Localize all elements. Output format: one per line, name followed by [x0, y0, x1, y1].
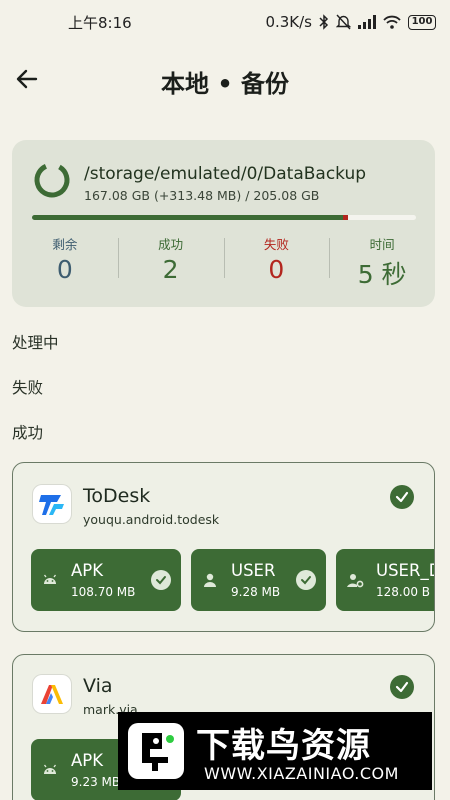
chip-label: USER — [231, 561, 276, 580]
section-failed[interactable]: 失败 — [12, 376, 43, 398]
stat-failed: 失败 0 — [223, 228, 330, 288]
stat-time: 时间 5 秒 — [329, 228, 435, 289]
storage-size-info: 167.08 GB (+313.48 MB) / 205.08 GB — [84, 188, 320, 203]
watermark-title: 下载鸟资源 — [196, 726, 371, 766]
stat-remaining: 剩余 0 — [12, 228, 118, 288]
storage-progress-marker — [343, 215, 349, 220]
bluetooth-icon — [319, 14, 329, 30]
backup-path: /storage/emulated/0/DataBackup — [84, 164, 367, 184]
check-circle-icon — [151, 570, 171, 590]
check-circle-icon — [390, 675, 414, 699]
check-circle-icon — [390, 485, 414, 509]
watermark-banner: 下载鸟资源 WWW.XIAZAINIAO.COM — [118, 712, 432, 790]
chip-size: 128.00 B — [376, 585, 431, 599]
app-card-todesk[interactable]: ToDesk youqu.android.todesk APK 108.70 M… — [12, 462, 435, 632]
chip-apk[interactable]: APK 108.70 MB — [31, 549, 181, 611]
app-name: Via — [83, 675, 113, 697]
chip-user[interactable]: USER 9.28 MB — [191, 549, 326, 611]
person-settings-icon — [347, 574, 364, 588]
check-circle-icon — [296, 570, 316, 590]
status-bar: 上午8:16 0.3K/s 100 — [0, 0, 450, 44]
stat-value: 2 — [162, 255, 179, 284]
progress-ring-icon — [34, 162, 70, 198]
signal-icon — [358, 15, 376, 29]
wifi-icon — [383, 15, 401, 29]
storage-progress-bar — [32, 215, 416, 220]
bird-logo-icon — [128, 723, 184, 779]
stat-value: 0 — [56, 255, 73, 284]
app-package: youqu.android.todesk — [83, 512, 220, 527]
via-app-icon — [33, 675, 71, 713]
network-speed: 0.3K/s — [265, 13, 312, 31]
chip-label: USER_DE — [376, 561, 434, 580]
page-title: 本地 • 备份 — [160, 70, 290, 98]
stat-value: 5 秒 — [357, 260, 407, 289]
battery-icon: 100 — [408, 14, 436, 30]
app-name: ToDesk — [83, 485, 151, 507]
backup-stats: 剩余 0 成功 2 失败 0 时间 5 秒 — [12, 228, 435, 289]
stat-label: 剩余 — [52, 237, 78, 252]
android-icon — [43, 574, 57, 584]
chip-label: APK — [71, 751, 104, 770]
section-success[interactable]: 成功 — [12, 421, 43, 443]
person-icon — [204, 573, 216, 587]
backup-item-chips: APK 108.70 MB USER 9.28 MB USER_DE 128.0… — [31, 549, 434, 613]
app-bar: 本地 • 备份 — [0, 52, 450, 106]
storage-progress-fill — [32, 215, 344, 220]
chip-size: 9.23 MB — [71, 775, 121, 789]
todesk-app-icon — [33, 485, 71, 523]
chip-user-de[interactable]: USER_DE 128.00 B — [336, 549, 434, 611]
watermark-url: WWW.XIAZAINIAO.COM — [204, 764, 399, 783]
backup-summary-card: /storage/emulated/0/DataBackup 167.08 GB… — [12, 140, 435, 307]
android-icon — [43, 764, 57, 774]
stat-value: 0 — [268, 255, 285, 284]
mute-bell-icon — [336, 14, 351, 30]
stat-label: 失败 — [263, 237, 289, 252]
stat-label: 成功 — [158, 237, 184, 252]
section-processing[interactable]: 处理中 — [12, 331, 59, 353]
status-time: 上午8:16 — [68, 13, 132, 32]
chip-label: APK — [71, 561, 104, 580]
chip-size: 9.28 MB — [231, 585, 281, 599]
chip-size: 108.70 MB — [71, 585, 136, 599]
stat-label: 时间 — [369, 237, 395, 252]
stat-success: 成功 2 — [117, 228, 224, 288]
